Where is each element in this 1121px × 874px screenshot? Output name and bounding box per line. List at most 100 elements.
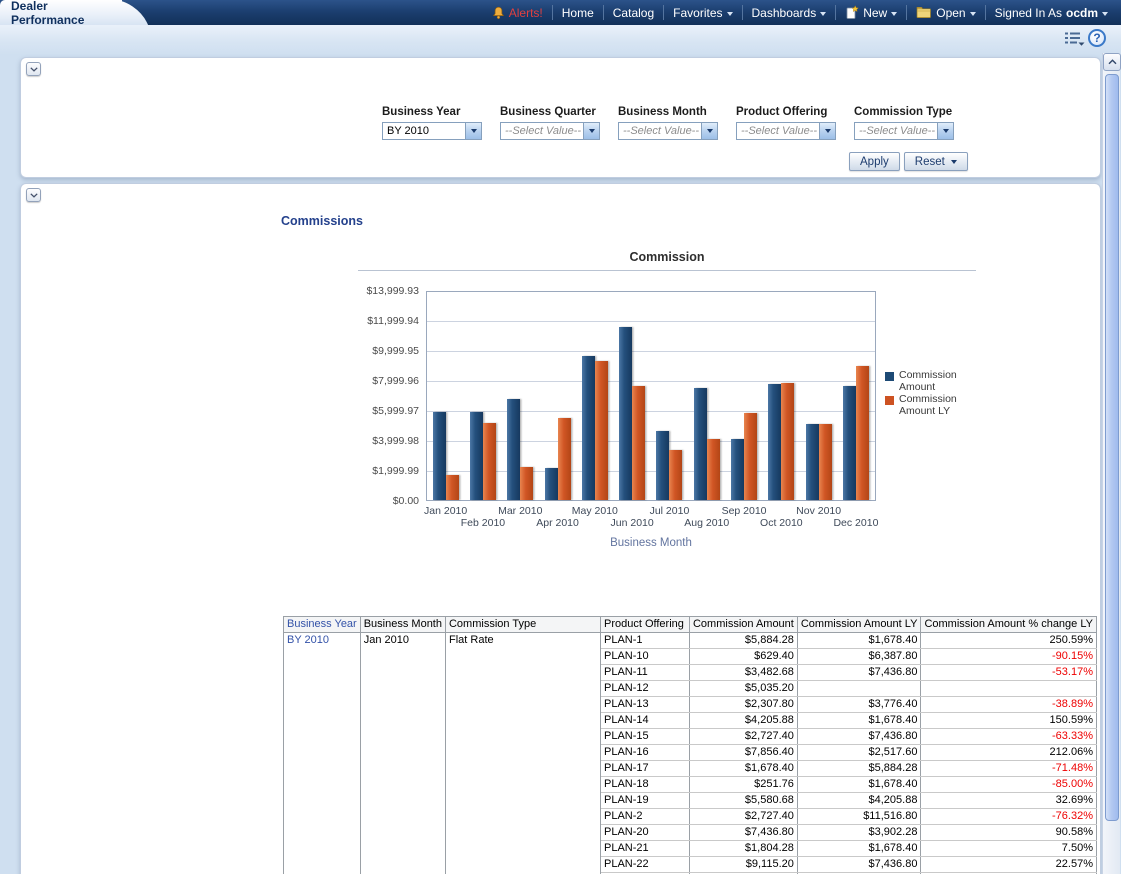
dropdown-value: --Select Value-- [855, 125, 937, 137]
legend-item-commission-amount: Commission Amount [885, 370, 985, 393]
scrollbar-up-button[interactable] [1103, 53, 1121, 71]
bar-commission-amount-may-2010[interactable] [582, 356, 595, 500]
filter-dropdown-commission-type[interactable]: --Select Value-- [854, 122, 954, 140]
filter-dropdown-business-year[interactable]: BY 2010 [382, 122, 482, 140]
bar-commission-amount-ly-dec-2010[interactable] [856, 366, 869, 500]
column-header-commission-amount: Commission Amount [689, 617, 797, 633]
bar-commission-amount-ly-aug-2010[interactable] [707, 439, 720, 500]
signed-in-as-menu[interactable]: Signed In As ocdm [986, 6, 1117, 20]
bar-commission-amount-ly-feb-2010[interactable] [483, 423, 496, 500]
y-axis-tick-label: $3,999.98 [339, 435, 419, 447]
open-button[interactable]: Open [907, 6, 984, 20]
navbar-item-label: Catalog [613, 6, 654, 20]
bar-commission-amount-ly-jul-2010[interactable] [669, 450, 682, 500]
bar-commission-amount-ly-may-2010[interactable] [595, 361, 608, 500]
bar-commission-amount-ly-nov-2010[interactable] [819, 424, 832, 500]
bar-commission-amount-aug-2010[interactable] [694, 388, 707, 500]
bar-commission-amount-ly-sep-2010[interactable] [744, 413, 757, 500]
new-button[interactable]: New [836, 5, 906, 20]
commission-amount-cell: $5,035.20 [689, 681, 797, 697]
chevron-down-icon [891, 12, 897, 16]
navbar-item-catalog[interactable]: Catalog [604, 6, 663, 20]
commission-amount-ly-cell: $1,678.40 [797, 841, 921, 857]
bar-group-jan-2010 [427, 412, 464, 500]
bar-commission-amount-ly-oct-2010[interactable] [781, 383, 794, 500]
username: ocdm [1066, 6, 1098, 20]
reset-button[interactable]: Reset [904, 152, 968, 171]
pct-change-cell: 150.59% [921, 713, 1097, 729]
commission-amount-ly-cell: $7,436.80 [797, 729, 921, 745]
navbar-menu-items: Home Catalog Favorites Dashboards [552, 5, 835, 20]
apply-label: Apply [860, 156, 889, 168]
help-glyph: ? [1093, 31, 1100, 45]
bar-commission-amount-apr-2010[interactable] [545, 468, 558, 500]
filter-dropdown-business-quarter[interactable]: --Select Value-- [500, 122, 600, 140]
y-axis-tick-label: $9,999.95 [339, 345, 419, 357]
column-header-commission-amount-change-ly: Commission Amount % change LY [921, 617, 1097, 633]
commission-amount-cell: $5,884.28 [689, 633, 797, 649]
dashboard-page: { "navbar": { "tab_label": "Dealer Perfo… [0, 0, 1121, 874]
vertical-scrollbar[interactable] [1102, 53, 1120, 874]
page-options-icon[interactable] [1064, 31, 1086, 46]
dropdown-arrow-button[interactable] [583, 123, 599, 139]
bar-commission-amount-jan-2010[interactable] [433, 412, 446, 500]
commissions-panel: Commissions Commission $13,999.93$11,999… [20, 183, 1101, 874]
new-document-icon [845, 5, 859, 20]
x-axis-tick-label: Sep 2010 [722, 505, 767, 517]
apply-button[interactable]: Apply [849, 152, 900, 171]
bar-commission-amount-jun-2010[interactable] [619, 327, 632, 500]
bar-commission-amount-ly-jan-2010[interactable] [446, 475, 459, 500]
filter-field-business-month: Business Month--Select Value-- [618, 106, 718, 140]
chart-x-axis: Jan 2010Feb 2010Mar 2010Apr 2010May 2010… [426, 505, 876, 532]
tab-dealer-performance[interactable]: Dealer Performance [0, 0, 122, 25]
signed-in-as-label: Signed In As [995, 6, 1062, 20]
filter-label-business-year: Business Year [382, 106, 482, 118]
filter-dropdown-business-month[interactable]: --Select Value-- [618, 122, 718, 140]
dropdown-arrow-button[interactable] [701, 123, 717, 139]
pct-change-cell: 7.50% [921, 841, 1097, 857]
alerts-button[interactable]: Alerts! [483, 6, 552, 20]
navbar-item-label: Favorites [673, 6, 722, 20]
navbar-item-dashboards[interactable]: Dashboards [743, 6, 836, 20]
bar-commission-amount-ly-apr-2010[interactable] [558, 418, 571, 500]
bar-group-dec-2010 [837, 366, 874, 500]
dropdown-arrow-button[interactable] [819, 123, 835, 139]
product-offering-cell: PLAN-14 [600, 713, 689, 729]
commissions-table-wrap: Business YearBusiness MonthCommission Ty… [283, 616, 1097, 874]
column-header-business-year[interactable]: Business Year [284, 617, 361, 633]
bar-commission-amount-jul-2010[interactable] [656, 431, 669, 500]
collapse-filter-panel-button[interactable] [26, 62, 41, 76]
commission-amount-ly-cell [797, 681, 921, 697]
pct-change-cell: 250.59% [921, 633, 1097, 649]
commission-amount-cell: $629.40 [689, 649, 797, 665]
x-axis-tick-label: Feb 2010 [461, 517, 505, 529]
help-icon[interactable]: ? [1088, 29, 1106, 47]
product-offering-cell: PLAN-20 [600, 825, 689, 841]
commission-amount-ly-cell: $3,902.28 [797, 825, 921, 841]
navbar-item-label: Dashboards [752, 6, 817, 20]
dropdown-arrow-button[interactable] [465, 123, 481, 139]
bar-commission-amount-ly-jun-2010[interactable] [632, 386, 645, 500]
chart-legend: Commission AmountCommission Amount LY [885, 370, 985, 418]
filter-dropdown-product-offering[interactable]: --Select Value-- [736, 122, 836, 140]
business-year-cell[interactable]: BY 2010 [284, 633, 361, 874]
navbar-item-favorites[interactable]: Favorites [664, 6, 741, 20]
bar-commission-amount-feb-2010[interactable] [470, 412, 483, 500]
filter-actions: Apply Reset [849, 152, 968, 171]
bar-commission-amount-nov-2010[interactable] [806, 424, 819, 500]
chevron-down-icon [825, 129, 831, 133]
pct-change-cell: -76.32% [921, 809, 1097, 825]
bar-group-sep-2010 [725, 413, 762, 500]
bar-commission-amount-dec-2010[interactable] [843, 386, 856, 500]
x-axis-tick-label: Jan 2010 [424, 505, 467, 517]
dropdown-arrow-button[interactable] [937, 123, 953, 139]
bar-commission-amount-ly-mar-2010[interactable] [520, 467, 533, 500]
bar-commission-amount-mar-2010[interactable] [507, 399, 520, 500]
scrollbar-thumb[interactable] [1105, 74, 1119, 821]
bar-commission-amount-sep-2010[interactable] [731, 439, 744, 500]
table-row: BY 2010Jan 2010Flat RatePLAN-1$5,884.28$… [284, 633, 1097, 649]
navbar-item-home[interactable]: Home [553, 6, 603, 20]
collapse-commissions-panel-button[interactable] [26, 188, 41, 202]
bar-commission-amount-oct-2010[interactable] [768, 384, 781, 500]
pct-change-cell: -63.33% [921, 729, 1097, 745]
